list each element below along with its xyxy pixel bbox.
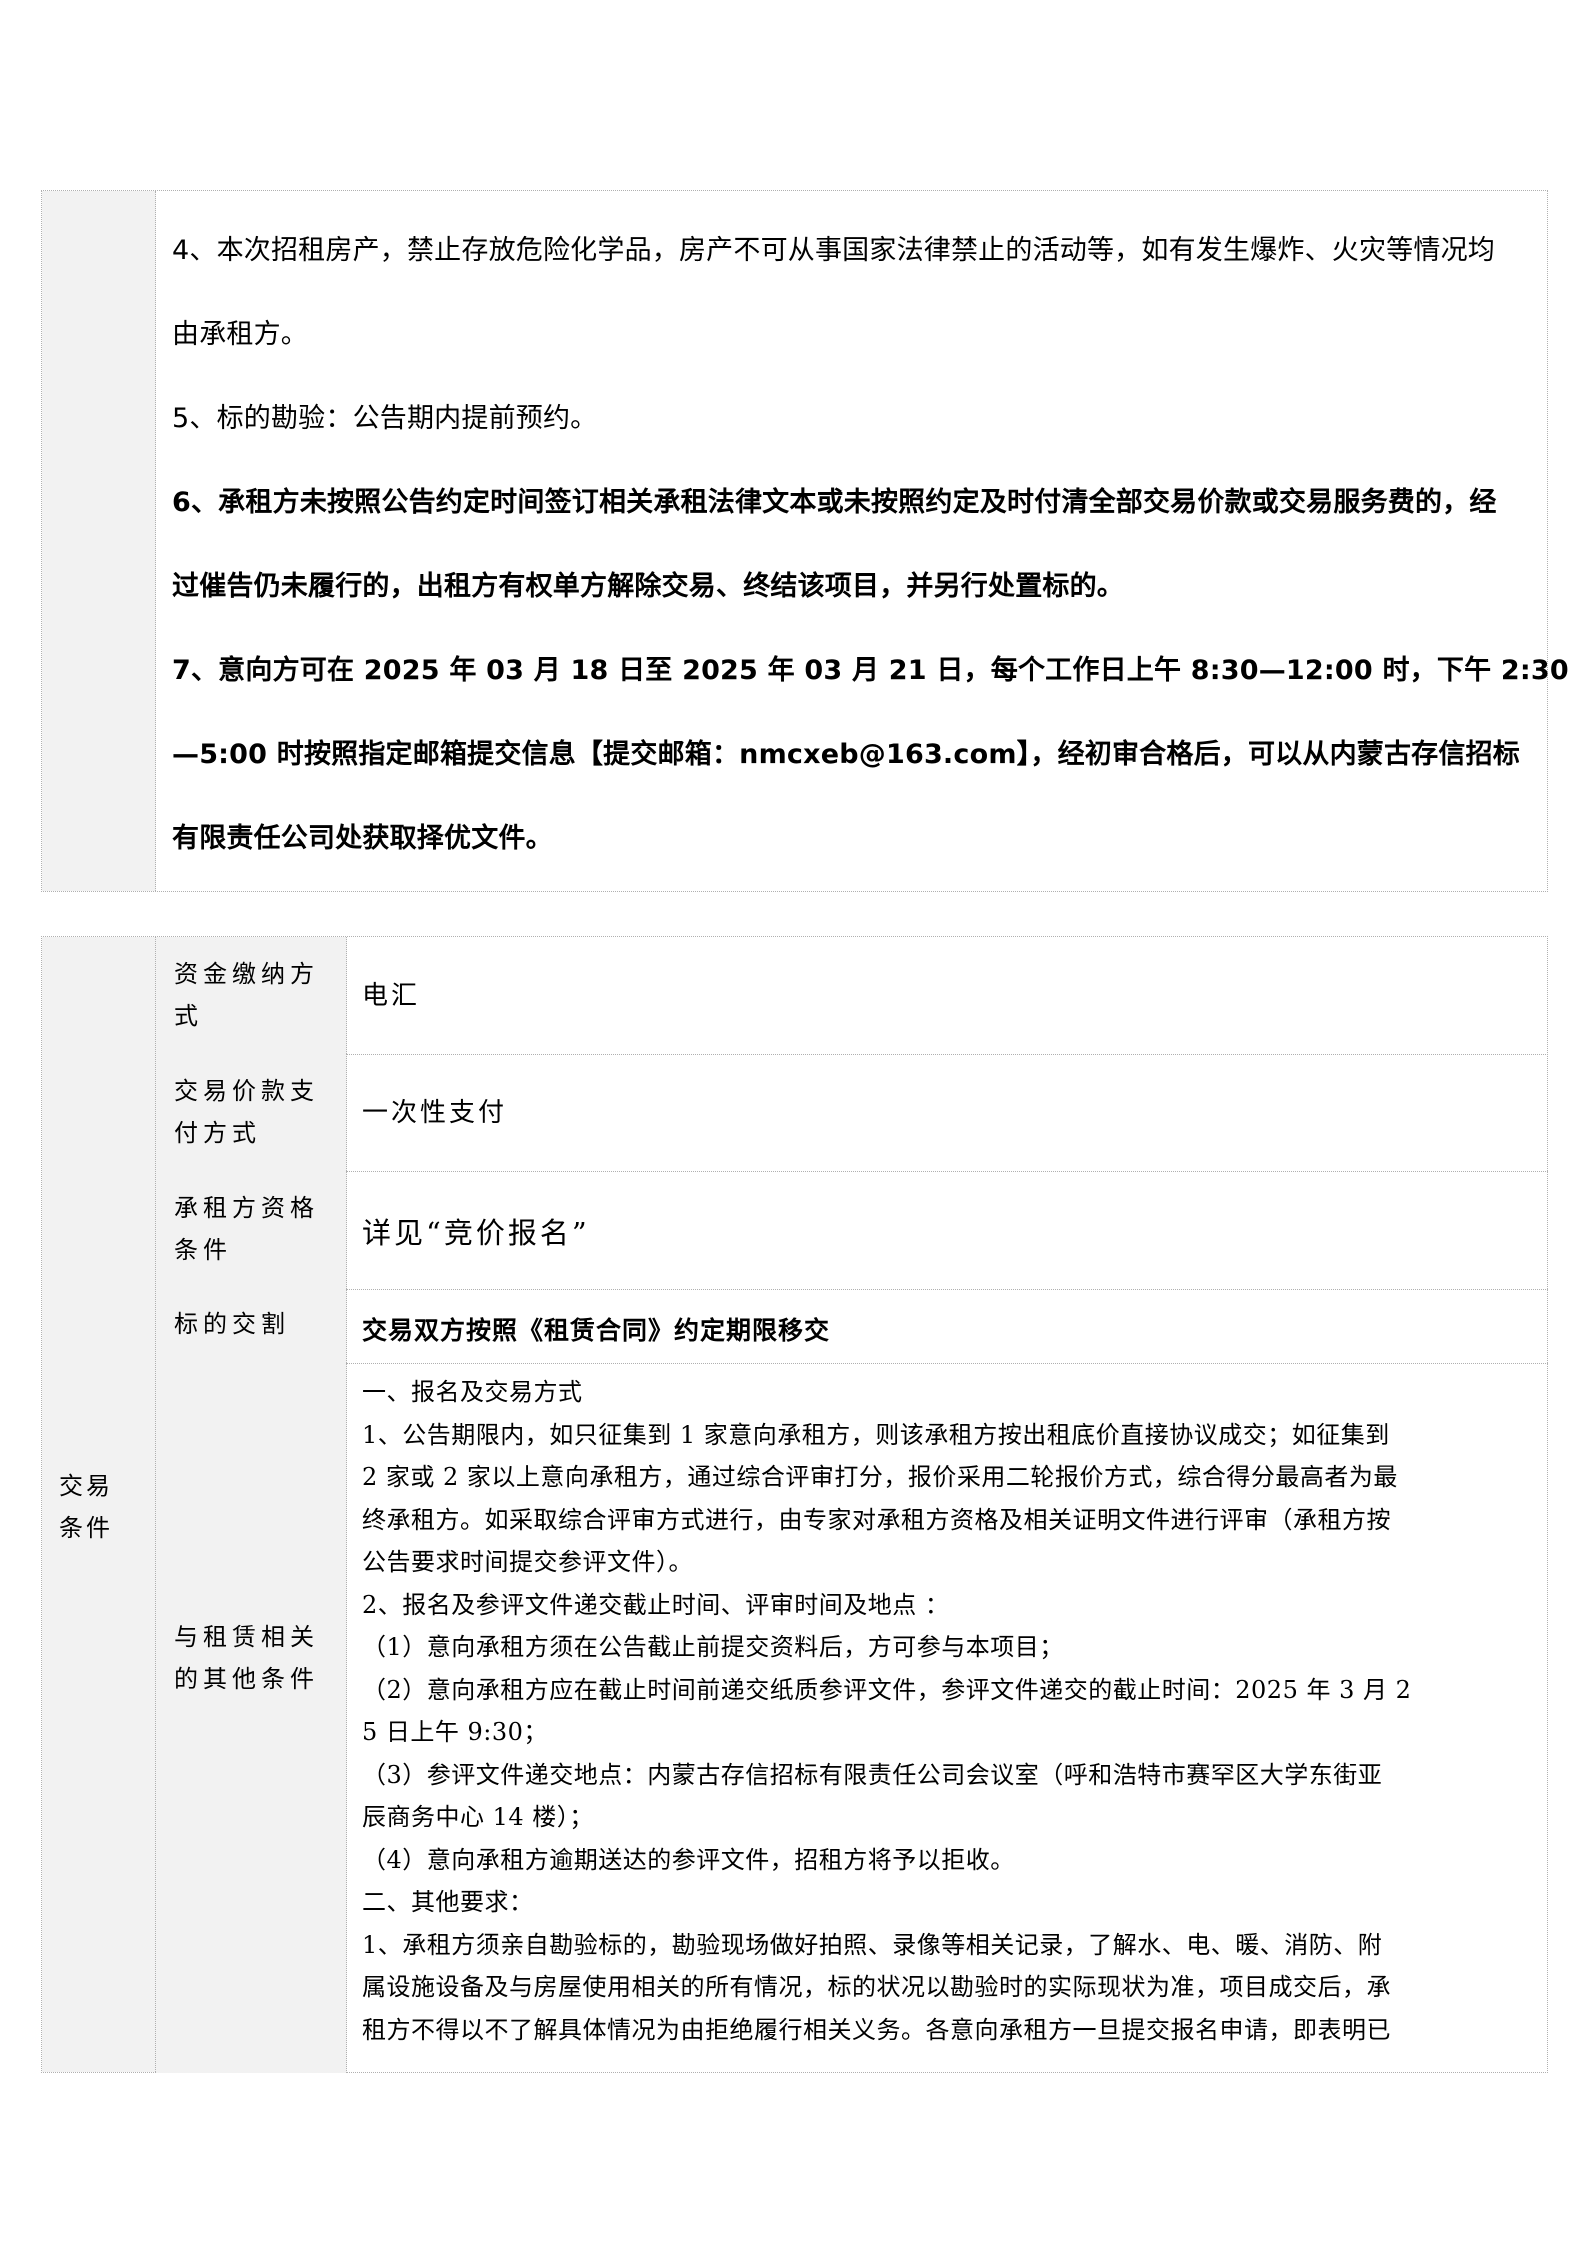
other-line: 1、承租方须亲自勘验标的，勘验现场做好拍照、录像等相关记录，了解水、电、暖、消防…	[362, 1930, 1383, 1959]
payment-method-label-cell: 资金缴纳方式	[156, 937, 347, 1054]
other-line: （1）意向承租方须在公告截止前提交资料后，方可参与本项目；	[362, 1633, 1064, 1661]
row-divider	[156, 1289, 1548, 1290]
other-line: 辰商务中心 14 楼）；	[362, 1803, 594, 1831]
term-6-line-1: 6、承租方未按照公告约定时间签订相关承租法律文本或未按照约定及时付清全部交易价款…	[172, 487, 1497, 518]
other-line: 终承租方。如采取综合评审方式进行，由专家对承租方资格及相关证明文件进行评审（承租…	[362, 1505, 1391, 1534]
section-label: 交易 条件	[59, 1465, 113, 1549]
terms-left-column	[42, 191, 156, 891]
delivery-value: 交易双方按照《租赁合同》约定期限移交	[362, 1316, 831, 1345]
payment-method-value: 电汇	[362, 981, 421, 1011]
term-7-line-3: 有限责任公司处获取择优文件。	[172, 823, 553, 854]
qualification-label-cell: 承租方资格条件	[156, 1171, 347, 1289]
trade-conditions-table: 交易 条件 资金缴纳方式 电汇 交易价款支付方式 一次性支付 承租方资格条件 详…	[41, 936, 1548, 2073]
other-conditions-text: 一、报名及交易方式 1、公告期限内，如只征集到 1 家意向承租方，则该承租方按出…	[362, 1371, 1582, 2051]
other-line: 2 家或 2 家以上意向承租方，通过综合评审打分，报价采用二轮报价方式，综合得分…	[362, 1463, 1398, 1491]
term-4-line-2: 由承租方。	[172, 319, 308, 350]
delivery-label-cell: 标的交割	[156, 1289, 347, 1363]
term-6-line-2: 过催告仍未履行的，出租方有权单方解除交易、终结该项目，并另行处置标的。	[172, 571, 1124, 602]
other-conditions-label-cell: 与租赁相关的其他条件	[156, 1363, 347, 2073]
other-line: （2）意向承租方应在截止时间前递交纸质参评文件，参评文件递交的截止时间：2025…	[362, 1675, 1412, 1704]
trade-left-column: 交易 条件	[42, 937, 156, 2072]
other-line: （3）参评文件递交地点：内蒙古存信招标有限责任公司会议室（呼和浩特市赛罕区大学东…	[362, 1760, 1383, 1789]
row-divider	[156, 1054, 1548, 1055]
other-line: 2、报名及参评文件递交截止时间、评审时间及地点 ：	[362, 1590, 950, 1619]
term-5: 5、标的勘验：公告期内提前预约。	[172, 403, 598, 434]
delivery-label: 标的交割	[174, 1310, 290, 1338]
term-7-line-2: —5:00 时按照指定邮箱提交信息【提交邮箱：nmcxeb@163.com】，经…	[172, 739, 1520, 770]
price-payment-label-cell: 交易价款支付方式	[156, 1054, 347, 1171]
other-line: 二、其他要求：	[362, 1888, 534, 1916]
terms-table: 4、本次招租房产，禁止存放危险化学品，房产不可从事国家法律禁止的活动等，如有发生…	[41, 190, 1569, 892]
row-divider	[156, 1363, 1548, 1364]
other-line: 公告要求时间提交参评文件）。	[362, 1548, 693, 1576]
payment-method-label: 资金缴纳方式	[174, 960, 319, 1030]
section-label-line-1: 交易	[59, 1472, 113, 1500]
price-payment-value: 一次性支付	[362, 1098, 508, 1128]
other-line: 租方不得以不了解具体情况为由拒绝履行相关义务。各意向承租方一旦提交报名申请，即表…	[362, 2015, 1391, 2044]
other-line: 5 日上午 9:30；	[362, 1718, 548, 1746]
qualification-label: 承租方资格条件	[174, 1194, 319, 1264]
other-line: 一、报名及交易方式	[362, 1378, 583, 1406]
row-divider	[156, 1171, 1548, 1172]
other-line: 属设施设备及与房屋使用相关的所有情况，标的状况以勘验时的实际现状为准，项目成交后…	[362, 1973, 1391, 2001]
term-7-line-1: 7、意向方可在 2025 年 03 月 18 日至 2025 年 03 月 21…	[172, 655, 1569, 686]
qualification-value: 详见“竞价报名”	[362, 1216, 590, 1250]
other-line: 1、公告期限内，如只征集到 1 家意向承租方，则该承租方按出租底价直接协议成交；…	[362, 1420, 1390, 1449]
other-conditions-label: 与租赁相关的其他条件	[174, 1623, 319, 1693]
price-payment-label: 交易价款支付方式	[174, 1077, 319, 1147]
other-line: （4）意向承租方逾期送达的参评文件，招租方将予以拒收。	[362, 1845, 1015, 1874]
section-label-line-2: 条件	[59, 1514, 113, 1542]
term-4-line-1: 4、本次招租房产，禁止存放危险化学品，房产不可从事国家法律禁止的活动等，如有发生…	[172, 235, 1495, 266]
